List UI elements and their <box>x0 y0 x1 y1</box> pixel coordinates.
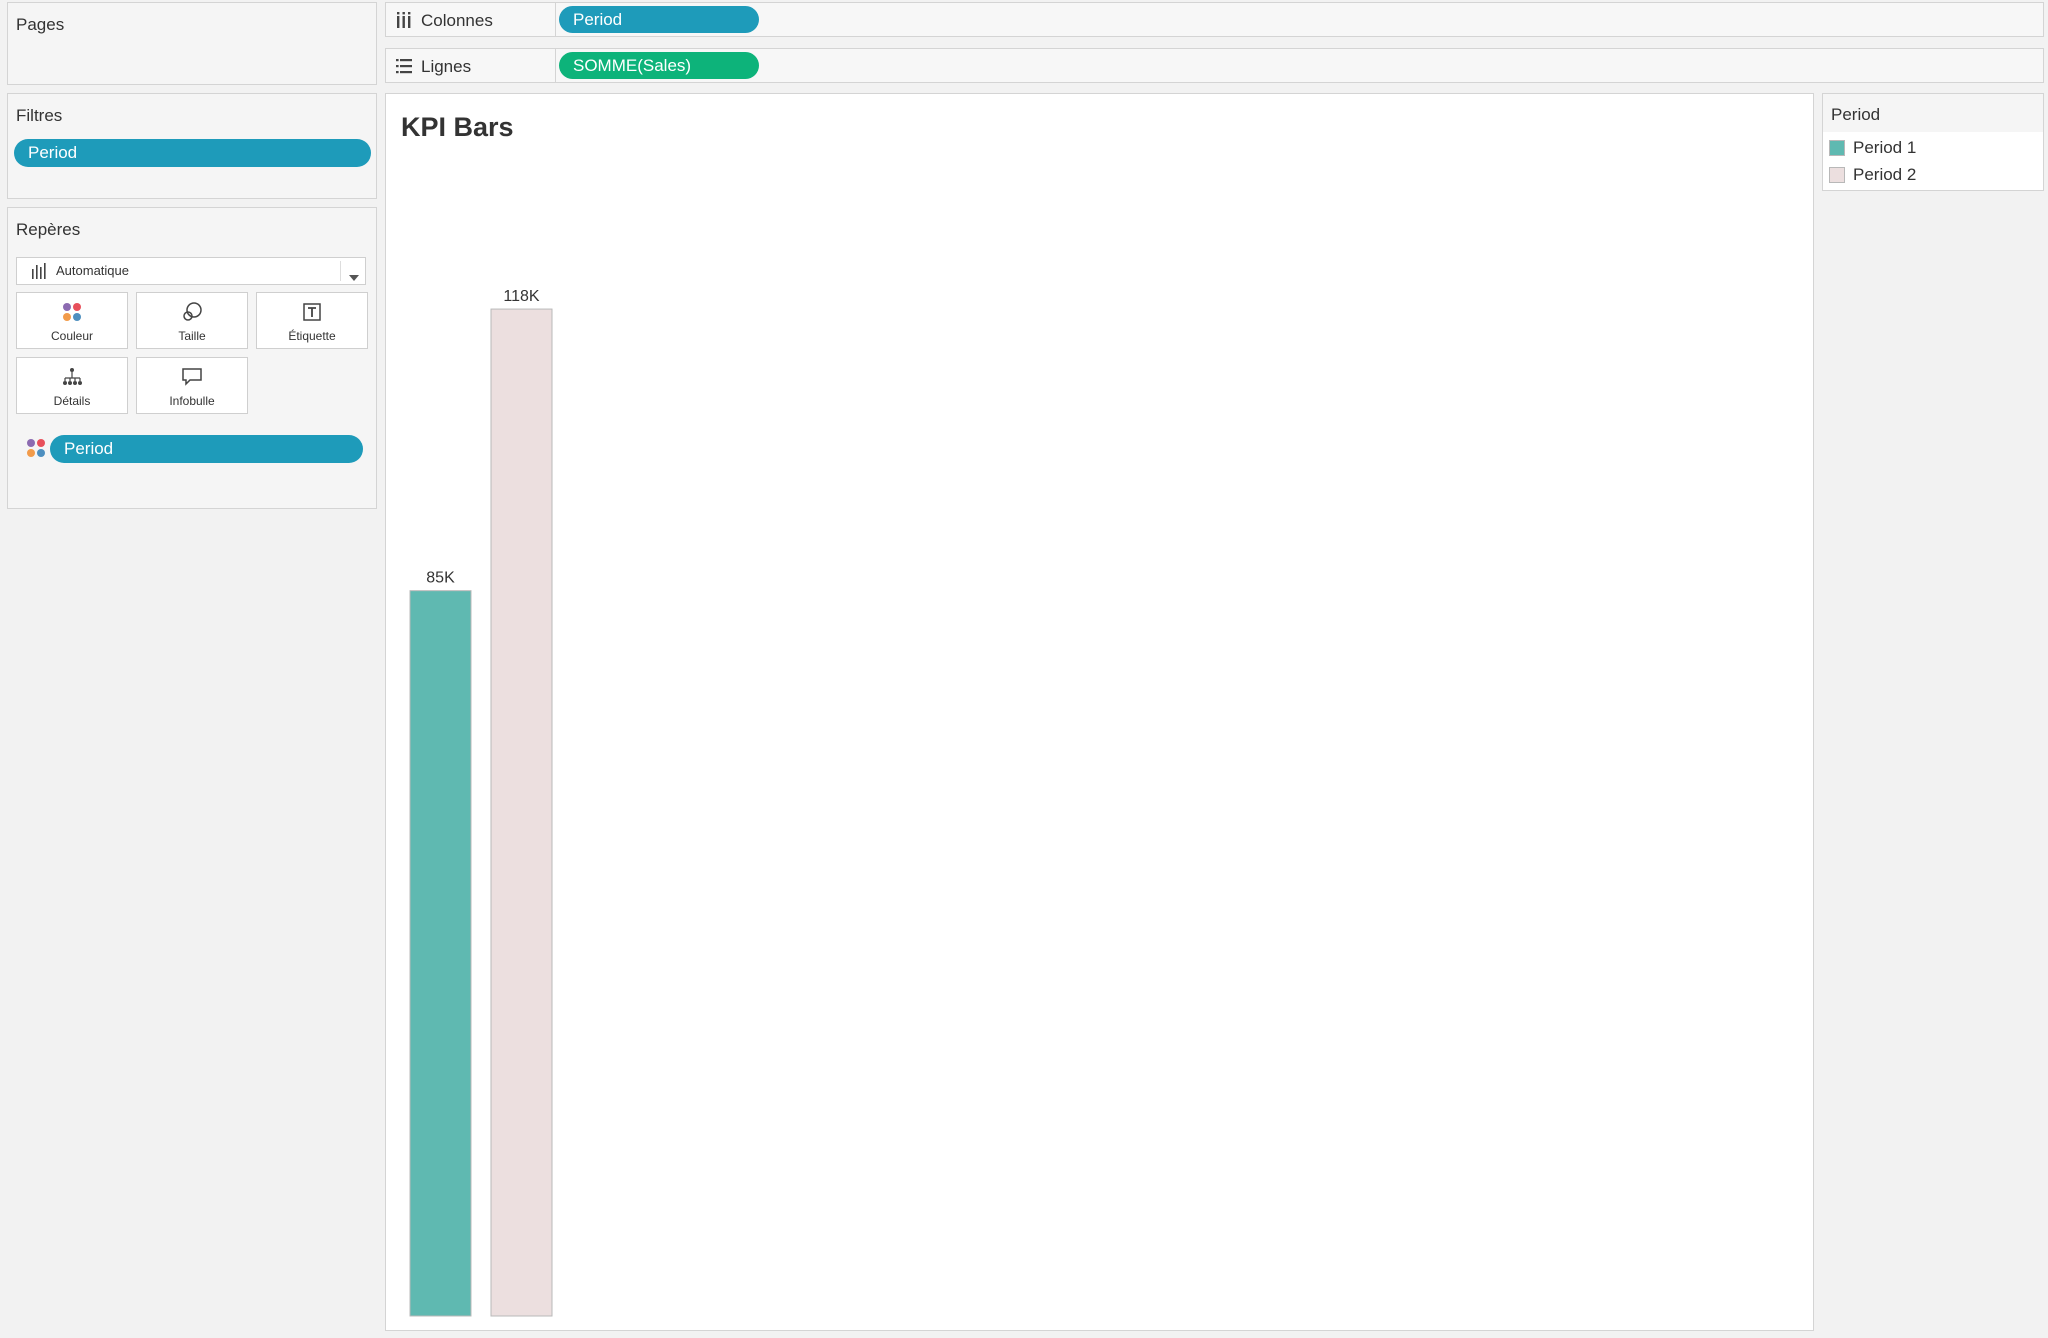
filters-card[interactable]: Filtres Period <box>7 93 377 199</box>
color-pill-period[interactable]: Period <box>50 435 363 463</box>
bar-chart: 85K 118K <box>409 288 553 1317</box>
marks-card: Repères Automatique Couleur Taille Étiqu… <box>7 207 377 509</box>
legend-swatch <box>1829 140 1845 156</box>
columns-icon <box>396 12 412 33</box>
bar-data-label: 118K <box>503 288 540 305</box>
detail-hierarchy-icon <box>17 366 127 388</box>
text-t-icon <box>257 301 367 323</box>
tooltip-button[interactable]: Infobulle <box>136 357 248 414</box>
legend-title: Period <box>1831 105 1881 124</box>
legend-swatch <box>1829 167 1845 183</box>
columns-shelf-label: Colonnes <box>386 3 556 36</box>
tooltip-button-label: Infobulle <box>169 394 215 408</box>
rows-shelf-label: Lignes <box>386 49 556 82</box>
color-button[interactable]: Couleur <box>16 292 128 349</box>
color-button-label: Couleur <box>50 329 94 343</box>
rows-shelf[interactable]: Lignes SOMME(Sales) <box>385 48 2044 83</box>
rows-pill-sum-sales[interactable]: SOMME(Sales) <box>559 52 759 79</box>
tooltip-bubble-icon <box>137 366 247 388</box>
label-button[interactable]: Étiquette <box>256 292 368 349</box>
detail-button-label: Détails <box>53 394 91 408</box>
label-button-label: Étiquette <box>288 329 336 343</box>
legend-item-label: Period 2 <box>1853 165 1917 184</box>
marks-title: Repères <box>16 220 81 239</box>
legend-header: Period <box>1823 94 2043 132</box>
bar-chart-icon <box>31 263 47 284</box>
rows-list-icon <box>396 58 412 79</box>
filters-title: Filtres <box>16 106 63 125</box>
mark-type-dropdown[interactable]: Automatique <box>16 257 366 285</box>
color-dots-icon <box>17 301 127 323</box>
filter-pill-period[interactable]: Period <box>14 139 371 167</box>
legend-item-label: Period 1 <box>1853 138 1917 157</box>
pages-title: Pages <box>16 15 65 34</box>
size-button-label: Taille <box>178 329 206 343</box>
dropdown-divider <box>340 261 341 281</box>
columns-pill-period[interactable]: Period <box>559 6 759 33</box>
bar-period-2[interactable] <box>490 308 553 1317</box>
rows-label: Lignes <box>421 57 472 76</box>
size-button[interactable]: Taille <box>136 292 248 349</box>
viz-area[interactable]: KPI Bars 85K 118K <box>385 93 1814 1331</box>
color-legend: Period Period 1 Period 2 <box>1822 93 2044 191</box>
columns-shelf[interactable]: Colonnes Period <box>385 2 2044 37</box>
mark-type-label: Automatique <box>56 263 129 278</box>
bar-data-label: 85K <box>426 570 455 587</box>
detail-button[interactable]: Détails <box>16 357 128 414</box>
columns-label: Colonnes <box>421 11 493 30</box>
size-circles-icon <box>137 301 247 323</box>
chevron-down-icon <box>349 268 359 286</box>
bar-period-1[interactable] <box>409 590 472 1317</box>
pages-card[interactable]: Pages <box>7 2 377 85</box>
color-dots-icon <box>26 438 46 463</box>
